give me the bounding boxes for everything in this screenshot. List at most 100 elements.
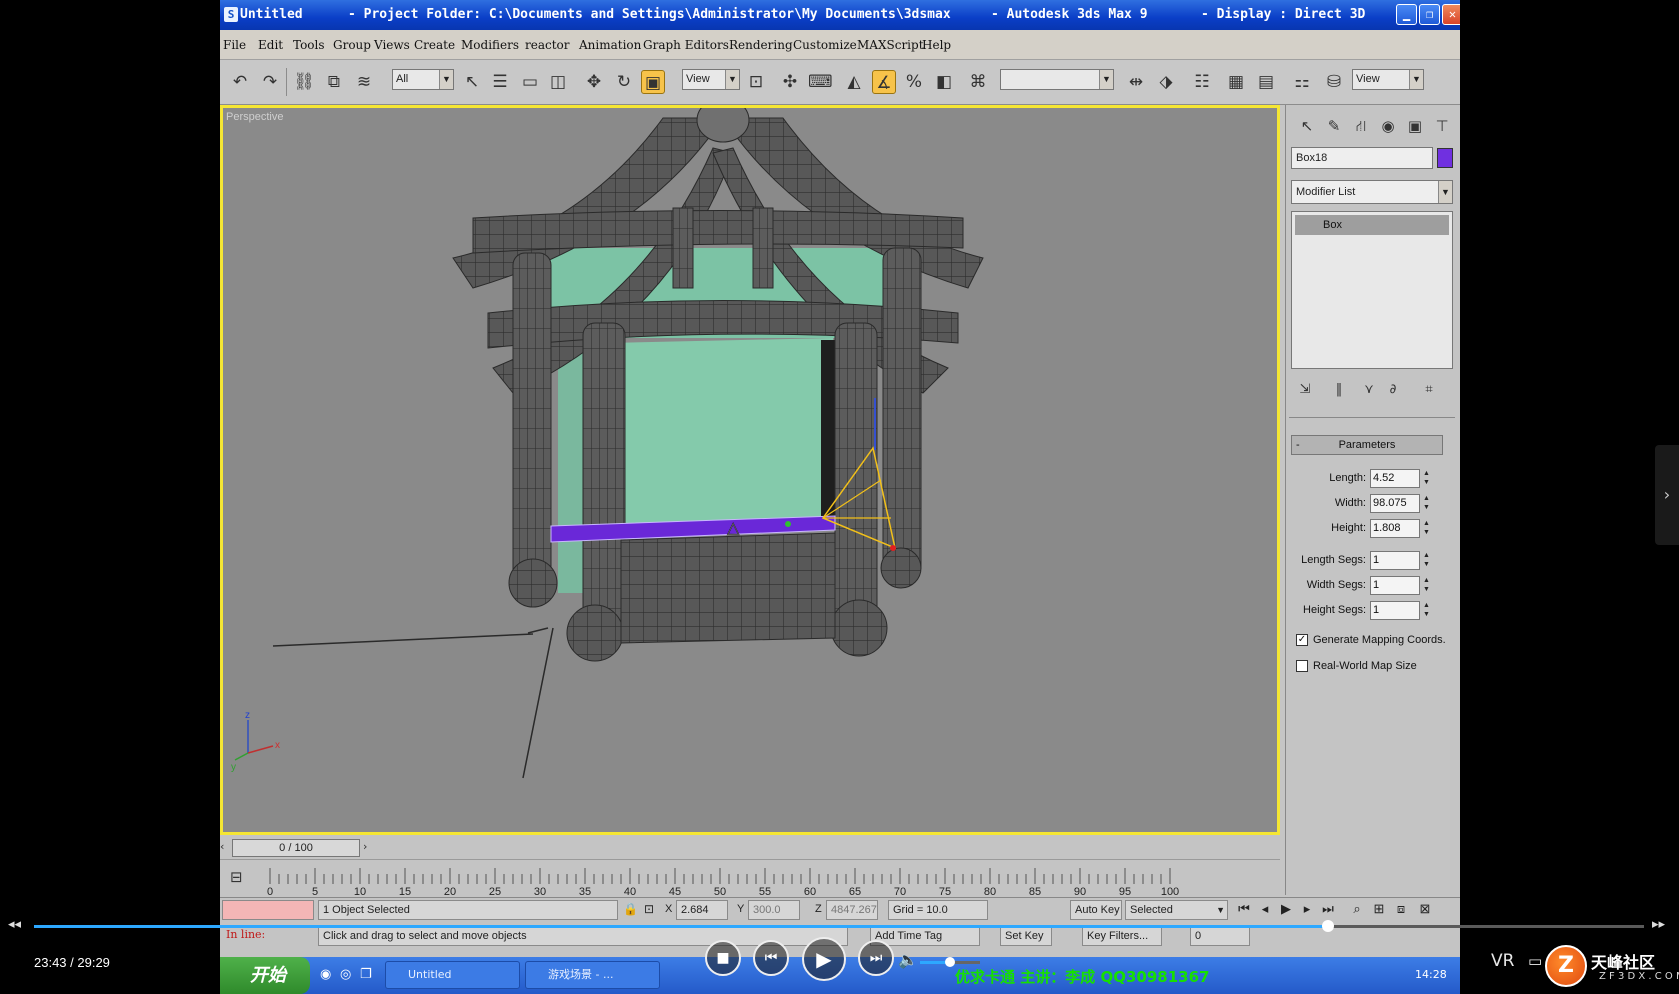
menu-edit[interactable]: Edit [258,38,283,52]
show-end-result-icon[interactable]: ‖ [1329,380,1349,400]
z-coord-input[interactable]: 4847.267 [826,900,878,920]
play-button[interactable]: ▶ [802,937,846,981]
menu-group[interactable]: Group [333,38,371,52]
width-segs-input[interactable]: 1 [1370,576,1420,595]
snaps-toggle-icon[interactable]: ◭ [842,70,866,94]
menu-rendering[interactable]: Rendering [729,38,793,52]
rewind-icon[interactable]: ◂◂ [8,917,21,932]
unlink-icon[interactable]: ⧉ [322,70,346,94]
video-progress-bar[interactable] [34,920,1644,932]
height-spinner-icon[interactable]: ▲ ▼ [1423,519,1432,538]
screen-mode-icon[interactable]: ▭ [1528,952,1542,970]
length-segs-spinner-icon[interactable]: ▲ ▼ [1423,551,1432,570]
menu-create[interactable]: Create [414,38,455,52]
volume-icon[interactable]: 🔈 [898,950,918,969]
generate-mapping-checkbox[interactable]: ✓ Generate Mapping Coords. [1296,632,1456,650]
auto-key-button[interactable]: Auto Key [1070,900,1122,920]
object-color-swatch[interactable] [1437,148,1453,168]
volume-handle[interactable] [945,957,955,967]
select-manipulate-icon[interactable]: ✣ [778,70,802,94]
keyboard-shortcut-icon[interactable]: ⌨ [808,70,833,94]
absolute-mode-icon[interactable]: ⊡ [644,902,654,916]
minimize-button[interactable]: ▁ [1396,4,1417,25]
perspective-viewport[interactable]: △ z x y Perspective [220,105,1280,835]
menu-tools[interactable]: Tools [293,38,325,52]
next-frame-icon[interactable]: ▸ [1298,901,1316,917]
select-link-icon[interactable]: ⛓ [292,70,316,94]
make-unique-icon[interactable]: ⋎ [1359,380,1379,400]
width-input[interactable]: 98.075 [1370,494,1420,513]
menu-customize[interactable]: Customize [793,38,857,52]
material-editor-icon[interactable]: ⚏ [1290,70,1314,94]
zoom-extents-all-icon[interactable]: ⊠ [1416,901,1434,917]
menu-help[interactable]: Help [922,38,951,52]
menu-modifiers[interactable]: Modifiers [461,38,519,52]
modifier-stack-item-box[interactable]: Box [1295,215,1449,235]
select-by-name-icon[interactable]: ☰ [488,70,512,94]
real-world-map-size-checkbox[interactable]: Real-World Map Size [1296,658,1456,676]
volume-slider[interactable] [920,957,980,967]
stop-button[interactable]: ■ [705,940,741,976]
select-object-icon[interactable]: ↖ [460,70,484,94]
motion-tab-icon[interactable]: ◉ [1377,115,1399,137]
pivot-center-icon[interactable]: ⊡ [744,70,768,94]
time-slider[interactable]: ‹ 0 / 100 › [220,835,1280,859]
set-key-button[interactable]: Set Key [1000,926,1052,946]
display-tab-icon[interactable]: ▣ [1404,115,1426,137]
zoom-all-icon[interactable]: ⊞ [1370,901,1388,917]
move-icon[interactable]: ✥ [582,70,606,94]
previous-frame-icon[interactable]: ◂ [1256,901,1274,917]
go-to-start-icon[interactable]: ⏮ [1235,901,1253,917]
spinner-snap-icon[interactable]: ◧ [932,70,956,94]
height-segs-input[interactable]: 1 [1370,601,1420,620]
layer-manager-icon[interactable]: ☷ [1190,70,1214,94]
align-icon[interactable]: ⬗ [1154,70,1178,94]
utilities-tab-icon[interactable]: ⊤ [1431,115,1453,137]
bind-space-warp-icon[interactable]: ≋ [352,70,376,94]
play-animation-icon[interactable]: ▶ [1277,901,1295,917]
create-tab-icon[interactable]: ↖ [1296,115,1318,137]
modifier-list-dropdown[interactable]: Modifier List ▼ [1291,180,1453,204]
zoom-icon[interactable]: ⌕ [1348,901,1366,917]
configure-modifier-sets-icon[interactable]: ⌗ [1419,380,1439,400]
modify-tab-icon[interactable]: ✎ [1323,115,1345,137]
vr-button[interactable]: VR [1491,951,1514,971]
fast-forward-icon[interactable]: ▸▸ [1652,917,1665,932]
render-scene-icon[interactable]: ⛁ [1322,70,1346,94]
edit-named-selections-icon[interactable]: ⌘ [966,70,990,94]
close-button[interactable]: ✕ [1442,4,1460,25]
named-selection-dropdown[interactable]: ▼ [1000,69,1114,90]
next-button[interactable]: ⏭ [858,940,894,976]
hierarchy-tab-icon[interactable]: ⛙ [1350,115,1372,137]
taskbar-item-3dsmax[interactable]: Untitled [385,961,520,989]
reference-coordinate-dropdown[interactable]: View ▼ [682,69,740,90]
height-input[interactable]: 1.808 [1370,519,1420,538]
viewport-label[interactable]: Perspective [226,111,283,123]
quick-launch-icon[interactable]: ◎ [340,967,351,982]
zoom-extents-icon[interactable]: ⧈ [1392,901,1410,917]
menu-graph-editors[interactable]: Graph Editors [643,38,729,52]
checkbox-box[interactable]: ✓ [1296,634,1308,646]
previous-button[interactable]: ⏮ [753,940,789,976]
width-spinner-icon[interactable]: ▲ ▼ [1423,494,1432,513]
time-slider-left-arrow-icon[interactable]: ‹ [220,840,224,853]
curve-editor-icon[interactable]: ▦ [1224,70,1248,94]
x-coord-input[interactable]: 2.684 [676,900,728,920]
pin-stack-icon[interactable]: ⇲ [1295,380,1315,400]
lock-selection-icon[interactable]: 🔒 [623,902,638,916]
menu-maxscript[interactable]: MAXScript [857,38,924,52]
menu-animation[interactable]: Animation [579,38,641,52]
remove-modifier-icon[interactable]: ∂ [1383,380,1403,400]
menu-views[interactable]: Views [374,38,410,52]
taskbar-item-folder[interactable]: 游戏场景 - ... [525,961,660,989]
restore-button[interactable]: ❐ [1419,4,1440,25]
render-view-dropdown[interactable]: View ▼ [1352,69,1424,90]
menu-file[interactable]: File [223,38,246,52]
percent-snap-icon[interactable]: % [902,70,926,94]
length-input[interactable]: 4.52 [1370,469,1420,488]
length-spinner-icon[interactable]: ▲ ▼ [1423,469,1432,488]
time-slider-thumb[interactable]: 0 / 100 [232,839,360,857]
rotate-icon[interactable]: ↻ [612,70,636,94]
width-segs-spinner-icon[interactable]: ▲ ▼ [1423,576,1432,595]
quick-launch-icon[interactable]: ❐ [360,967,372,982]
